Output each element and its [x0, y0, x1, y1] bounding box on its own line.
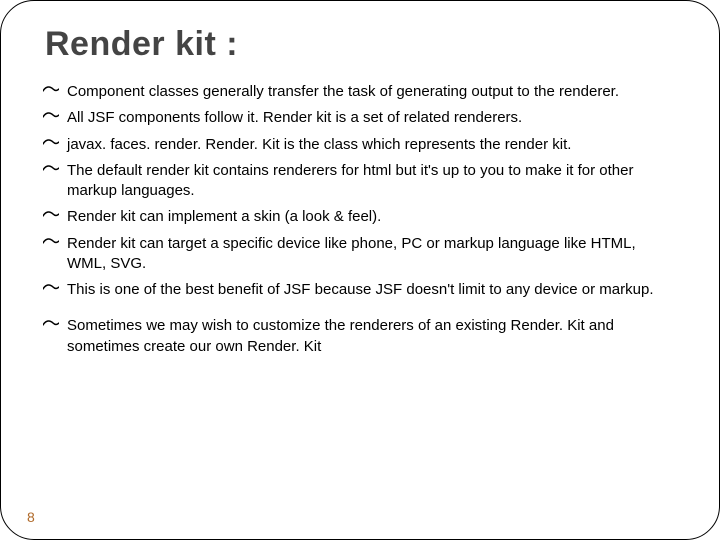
bullet-item: Render kit can implement a skin (a look … — [41, 207, 671, 227]
bullet-item: Render kit can target a specific device … — [41, 234, 671, 275]
bullet-item: Sometimes we may wish to customize the r… — [41, 316, 671, 357]
slide: Render kit : Component classes generally… — [0, 0, 720, 540]
bullet-list-main: Component classes generally transfer the… — [41, 82, 679, 300]
slide-title: Render kit : — [45, 25, 679, 64]
page-number: 8 — [27, 509, 35, 525]
bullet-item: javax. faces. render. Render. Kit is the… — [41, 135, 671, 155]
bullet-item: Component classes generally transfer the… — [41, 82, 671, 102]
bullet-item: The default render kit contains renderer… — [41, 161, 671, 202]
bullet-item: This is one of the best benefit of JSF b… — [41, 280, 671, 300]
bullet-item: All JSF components follow it. Render kit… — [41, 108, 671, 128]
bullet-list-secondary: Sometimes we may wish to customize the r… — [41, 316, 679, 357]
